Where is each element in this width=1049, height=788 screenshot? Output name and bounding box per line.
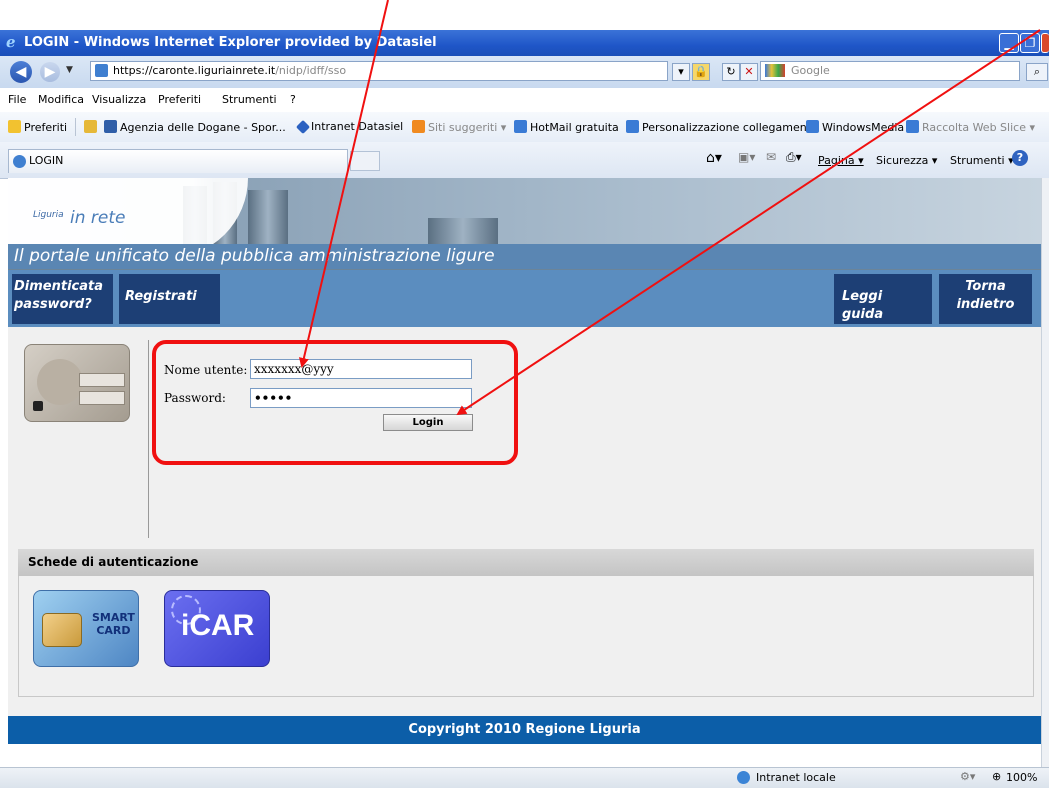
annotation-arrow-username <box>298 0 389 368</box>
annotation-arrow-login <box>456 29 1041 416</box>
annotation-arrows <box>298 0 1041 416</box>
